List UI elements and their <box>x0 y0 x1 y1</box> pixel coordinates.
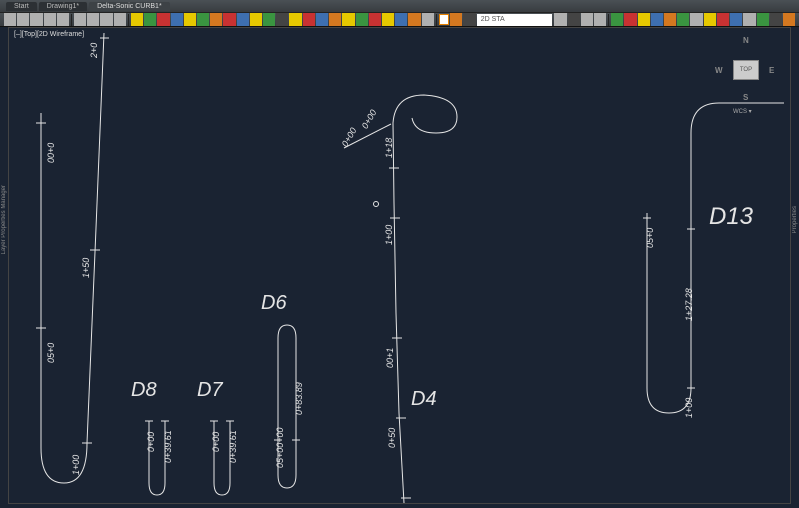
drawing-canvas[interactable]: [–][Top][2D Wireframe] N S W E TOP WCS ▾… <box>8 27 791 504</box>
main-toolbar: 2D STA <box>0 12 799 27</box>
tool-r17-icon[interactable] <box>770 13 782 26</box>
tab-delta-sonic[interactable]: Delta-Sonic CURB1* <box>89 2 170 11</box>
tool-misc7-icon[interactable] <box>422 13 434 26</box>
tool-right2-icon[interactable] <box>568 13 580 26</box>
tool-line-icon[interactable] <box>4 13 16 26</box>
station-label: 1+00 <box>71 455 81 475</box>
properties-label: Properties <box>792 206 798 233</box>
tool-right4-icon[interactable] <box>594 13 606 26</box>
station-label: 1+18 <box>384 138 394 158</box>
tool-misc3-icon[interactable] <box>369 13 381 26</box>
tool-alignment-icon[interactable] <box>171 13 183 26</box>
tool-point-icon[interactable] <box>157 13 169 26</box>
tool-layer-icon[interactable] <box>131 13 143 26</box>
alignment-d6-label: D6 <box>261 292 287 315</box>
station-label: 00+0 <box>46 143 56 163</box>
tool-table-icon[interactable] <box>276 13 288 26</box>
tool-r11-icon[interactable] <box>690 13 702 26</box>
tool-r13-icon[interactable] <box>717 13 729 26</box>
tool-block-icon[interactable] <box>316 13 328 26</box>
tool-hatch-icon[interactable] <box>303 13 315 26</box>
station-label: 05+0 <box>46 343 56 363</box>
alignment-d13-label: D13 <box>709 203 753 231</box>
tool-surface-icon[interactable] <box>144 13 156 26</box>
tab-start[interactable]: Start <box>6 2 37 11</box>
tool-r16-icon[interactable] <box>757 13 769 26</box>
viewcube-north[interactable]: N <box>743 36 749 45</box>
tool-r18-icon[interactable] <box>783 13 795 26</box>
tool-copy-icon[interactable] <box>87 13 99 26</box>
viewcube-west[interactable]: W <box>715 66 723 75</box>
tool-r12-icon[interactable] <box>704 13 716 26</box>
tool-pipe-icon[interactable] <box>223 13 235 26</box>
tool-label-icon[interactable] <box>263 13 275 26</box>
tab-drawing1[interactable]: Drawing1* <box>39 2 87 11</box>
tool-misc5-icon[interactable] <box>395 13 407 26</box>
alignment-d4 <box>329 83 479 503</box>
station-label: 0+00 <box>146 432 156 452</box>
tool-parcel-icon[interactable] <box>250 13 262 26</box>
tool-r10-icon[interactable] <box>677 13 689 26</box>
station-label: 0+00 <box>211 432 221 452</box>
tool-r5-icon[interactable] <box>611 13 623 26</box>
layer-properties-label: Layer Properties Manager <box>1 185 7 254</box>
tool-misc1-icon[interactable] <box>342 13 354 26</box>
tool-profile-icon[interactable] <box>184 13 196 26</box>
layer-properties-panel[interactable]: Layer Properties Manager <box>0 160 8 280</box>
station-label: 2+0 <box>89 43 99 58</box>
station-label: 1+27.28 <box>684 288 694 321</box>
tool-grading-icon[interactable] <box>237 13 249 26</box>
tool-r7-icon[interactable] <box>638 13 650 26</box>
tool-misc4-icon[interactable] <box>382 13 394 26</box>
tool-corridor-icon[interactable] <box>197 13 209 26</box>
station-label: 1+50 <box>81 258 91 278</box>
station-label: 0+83.89 <box>294 382 304 415</box>
station-label: 0+39.61 <box>228 430 238 463</box>
tool-move-icon[interactable] <box>74 13 86 26</box>
viewcube-east[interactable]: E <box>769 66 774 75</box>
tool-r8-icon[interactable] <box>651 13 663 26</box>
tool-active3-icon[interactable] <box>463 13 475 26</box>
alignment-d13 <box>639 88 789 428</box>
properties-panel[interactable]: Properties <box>791 160 799 280</box>
station-label: 1+00 <box>384 225 394 245</box>
titlebar: Start Drawing1* Delta-Sonic CURB1* <box>0 0 799 12</box>
alignment-d7-label: D7 <box>197 379 223 402</box>
station-label: 0+39.61 <box>163 430 173 463</box>
tool-rect-icon[interactable] <box>57 13 69 26</box>
tool-circle-icon[interactable] <box>30 13 42 26</box>
tool-right3-icon[interactable] <box>581 13 593 26</box>
tool-misc2-icon[interactable] <box>356 13 368 26</box>
tool-text-icon[interactable] <box>329 13 341 26</box>
tool-right1-icon[interactable] <box>554 13 566 26</box>
tool-active1-icon[interactable] <box>439 14 449 25</box>
tool-r6-icon[interactable] <box>624 13 636 26</box>
tool-r14-icon[interactable] <box>730 13 742 26</box>
station-label: 05+00+00 <box>275 427 285 468</box>
viewcube-top-face[interactable]: TOP <box>733 60 759 80</box>
tool-misc6-icon[interactable] <box>408 13 420 26</box>
tool-dim-icon[interactable] <box>289 13 301 26</box>
station-label: 0+50 <box>387 428 397 448</box>
station-label: 00+1 <box>385 348 395 368</box>
tool-rotate-icon[interactable] <box>100 13 112 26</box>
tool-r9-icon[interactable] <box>664 13 676 26</box>
alignment-d8-label: D8 <box>131 379 157 402</box>
tool-r15-icon[interactable] <box>743 13 755 26</box>
tool-active2-icon[interactable] <box>450 13 462 26</box>
tool-arc-icon[interactable] <box>17 13 29 26</box>
station-label: 1+00 <box>684 398 694 418</box>
alignment-left <box>24 28 124 508</box>
tool-polyline-icon[interactable] <box>44 13 56 26</box>
station-label: 05+0 <box>645 228 655 248</box>
alignment-d4-label: D4 <box>411 388 437 411</box>
tool-trim-icon[interactable] <box>114 13 126 26</box>
point-marker <box>373 201 379 207</box>
search-input[interactable]: 2D STA <box>477 14 553 26</box>
tool-section-icon[interactable] <box>210 13 222 26</box>
